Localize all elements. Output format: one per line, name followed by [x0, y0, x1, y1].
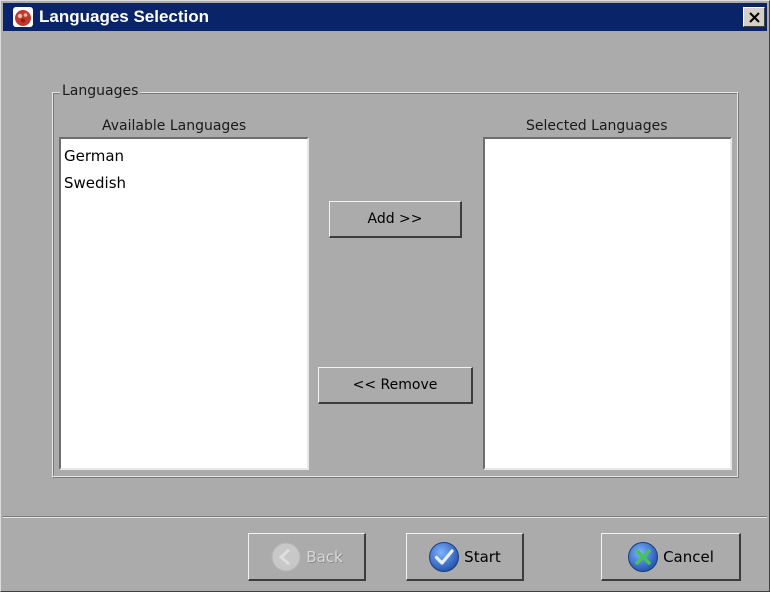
cancel-x-icon — [627, 541, 659, 573]
selected-languages-list[interactable] — [483, 137, 732, 470]
footer-separator — [3, 516, 767, 518]
back-icon — [270, 541, 302, 573]
list-item[interactable]: Swedish — [62, 170, 306, 197]
available-languages-list[interactable]: German Swedish — [59, 137, 309, 470]
cancel-button[interactable]: Cancel — [601, 533, 741, 581]
start-button-label: Start — [464, 547, 501, 566]
back-button[interactable]: Back — [248, 533, 366, 581]
close-icon — [749, 12, 760, 23]
title-bar[interactable]: Languages Selection — [3, 3, 767, 31]
checkmark-icon — [428, 541, 460, 573]
back-button-label: Back — [306, 547, 343, 566]
remove-button[interactable]: << Remove — [318, 367, 473, 404]
languages-selection-dialog: Languages Selection Languages Available … — [0, 0, 770, 592]
app-icon — [12, 6, 34, 28]
add-button[interactable]: Add >> — [329, 201, 462, 238]
groupbox-legend: Languages — [60, 81, 141, 101]
start-button[interactable]: Start — [406, 533, 524, 581]
available-languages-label: Available Languages — [102, 118, 247, 134]
list-item[interactable]: German — [62, 143, 306, 170]
cancel-button-label: Cancel — [663, 547, 714, 566]
close-button[interactable] — [743, 7, 765, 27]
selected-languages-label: Selected Languages — [526, 118, 668, 134]
window-title: Languages Selection — [39, 7, 210, 26]
